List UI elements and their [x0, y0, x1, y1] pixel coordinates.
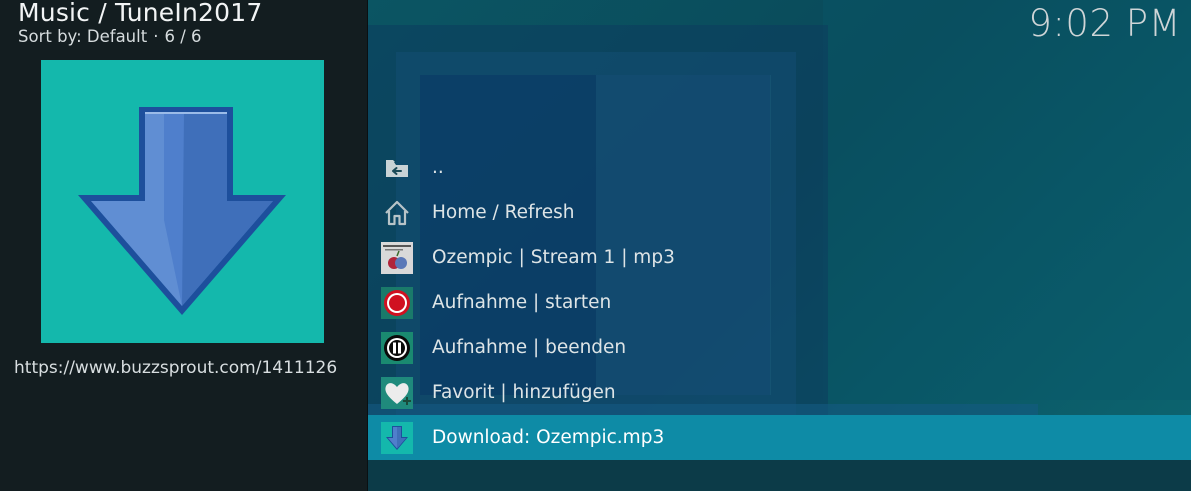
download-arrow-icon: [78, 107, 286, 315]
list-item-label: Aufnahme | beenden: [432, 337, 627, 358]
file-list: .. Home / Refresh Ozempic | Stream 1 | m…: [368, 145, 1191, 460]
stream-thumbnail-icon: [381, 241, 413, 274]
list-item-favorite-add[interactable]: Favorit | hinzufügen: [368, 370, 1191, 415]
info-panel: Music / TuneIn2017 Sort by: Default · 6 / …: [0, 0, 368, 491]
pause-icon: [381, 331, 413, 364]
list-item-parent[interactable]: ..: [368, 145, 1191, 190]
list-item-label: Home / Refresh: [432, 202, 575, 223]
item-thumbnail: [41, 60, 324, 343]
list-item-label: Download: Ozempic.mp3: [432, 427, 665, 448]
list-item-home-refresh[interactable]: Home / Refresh: [368, 190, 1191, 235]
kodi-music-screen: Music / TuneIn2017 Sort by: Default · 6 / …: [0, 0, 1191, 491]
parent-folder-icon: [381, 152, 413, 184]
list-item-label: Aufnahme | starten: [432, 292, 612, 313]
sort-status: Sort by: Default · 6 / 6: [18, 27, 202, 46]
download-icon: [381, 421, 413, 454]
list-item-record-stop[interactable]: Aufnahme | beenden: [368, 325, 1191, 370]
list-item-label: Ozempic | Stream 1 | mp3: [432, 247, 675, 268]
page-title: Music / TuneIn2017: [18, 0, 263, 27]
list-item-stream[interactable]: Ozempic | Stream 1 | mp3: [368, 235, 1191, 280]
heart-add-icon: [381, 376, 413, 409]
record-icon: [381, 286, 413, 319]
item-url: https://www.buzzsprout.com/1411126: [14, 358, 338, 378]
background-shape: [368, 460, 1191, 491]
list-item-download[interactable]: Download: Ozempic.mp3: [368, 415, 1191, 460]
item-position: 6 / 6: [164, 27, 202, 46]
separator: ·: [153, 27, 159, 46]
clock: 9:02 PM: [1028, 2, 1181, 45]
home-icon: [381, 197, 413, 229]
list-item-label: ..: [432, 157, 444, 178]
list-item-label: Favorit | hinzufügen: [432, 382, 616, 403]
list-item-record-start[interactable]: Aufnahme | starten: [368, 280, 1191, 325]
sort-label[interactable]: Sort by: Default: [18, 27, 147, 46]
